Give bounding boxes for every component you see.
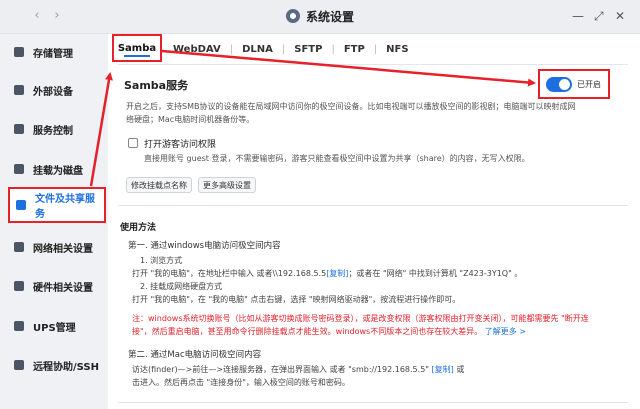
sidebar-item-label: 网络相关设置 bbox=[33, 243, 93, 255]
settings-app-icon bbox=[285, 9, 300, 23]
mac-access-text: 访达(finder)—>前往—>连接服务器，在弹出界面输入 或者 "smb://… bbox=[132, 364, 464, 375]
samba-toggle-label: 已开启 bbox=[577, 79, 601, 89]
tab-label: Samba bbox=[117, 42, 157, 54]
tab-sftp[interactable]: SFTP bbox=[285, 44, 331, 55]
guest-access-label: 打开游客访问权限 bbox=[144, 140, 217, 150]
windows-note-line: 注：windows系统切换账号（比如从游客切换成账号密码登录），或是改变权限（游… bbox=[132, 314, 589, 323]
sidebar-item-label: 挂载为磁盘 bbox=[33, 165, 83, 177]
mac-text-pre: 访达(finder)—>前往—>连接服务器，在弹出界面输入 或者 "smb://… bbox=[132, 365, 429, 374]
sidebar-item-storage[interactable]: 存储管理 bbox=[0, 34, 108, 70]
browse-text-post: ；或者在 "网络" 中找到计算机 "Z423-3Y1Q" 。 bbox=[348, 269, 523, 278]
map-drive-label: 2. 挂载成网络硬盘方式 bbox=[140, 282, 223, 291]
mac-access-title: 第二. 通过Mac电脑访问极空间内容 bbox=[128, 350, 262, 360]
guest-access-description: 直接用账号 guest 登录，不需要输密码，游客只能查看极空间中设置为共享（sh… bbox=[144, 154, 530, 163]
main-content: Samba WebDAV | DLNA | SFTP | FTP | NFS S… bbox=[108, 34, 640, 409]
section-divider bbox=[118, 402, 628, 403]
maximize-icon[interactable]: ⤢ bbox=[594, 10, 604, 22]
samba-description: 开启之后，支持SMB协议的设备能在局域网中访问你的极空间设备。比如电视端可以播放… bbox=[126, 100, 626, 126]
remote-icon bbox=[14, 360, 24, 370]
browse-method-label: 1. 浏览方式 bbox=[140, 256, 183, 265]
sidebar-item-file-share[interactable]: 文件及共享服务 bbox=[8, 187, 106, 223]
sidebar-item-network[interactable]: 网络相关设置 bbox=[0, 229, 108, 265]
samba-service-title: Samba服务 bbox=[124, 79, 189, 92]
copy-link[interactable]: [复制] bbox=[326, 269, 348, 278]
sidebar-item-label: 服务控制 bbox=[33, 125, 73, 137]
sidebar-item-label: 硬件相关设置 bbox=[33, 282, 93, 294]
sidebar-item-ups[interactable]: UPS管理 bbox=[0, 308, 108, 344]
network-icon bbox=[14, 242, 24, 252]
windows-note-text: 接"，然后重启电脑，甚至用命令行删除挂载点才能生效。windows不同版本之间也… bbox=[132, 327, 483, 336]
settings-window: ‹ › 系统设置 — ⤢ ✕ 存储管理 外部设备 服务控制 挂载为磁盘 文件及共… bbox=[0, 0, 640, 409]
storage-icon bbox=[14, 47, 24, 57]
browse-text-pre: 打开 "我的电脑"，在地址栏中输入 或者\\192.168.5.5 bbox=[132, 269, 327, 278]
sidebar-item-label: 外部设备 bbox=[33, 86, 73, 98]
sidebar-item-mount-disk[interactable]: 挂载为磁盘 bbox=[0, 151, 108, 187]
hardware-icon bbox=[14, 281, 24, 291]
windows-access-title: 第一. 通过windows电脑访问极空间内容 bbox=[128, 241, 281, 251]
sidebar-item-label: 远程协助/SSH bbox=[33, 361, 99, 373]
tab-samba[interactable]: Samba bbox=[112, 34, 162, 62]
samba-description-line: 络硬盘；Mac电脑时间机器备份等。 bbox=[126, 115, 255, 124]
tab-webdav[interactable]: WebDAV bbox=[164, 44, 230, 55]
mac-text-post: 或 bbox=[456, 365, 465, 374]
advanced-settings-button[interactable]: 更多高级设置 bbox=[198, 177, 256, 193]
title-bar: ‹ › 系统设置 — ⤢ ✕ bbox=[0, 0, 640, 34]
samba-description-line: 开启之后，支持SMB协议的设备能在局域网中访问你的极空间设备。比如电视端可以播放… bbox=[126, 102, 576, 111]
minimize-icon[interactable]: — bbox=[572, 10, 584, 22]
tab-bar: WebDAV | DLNA | SFTP | FTP | NFS bbox=[164, 38, 418, 60]
tab-divider bbox=[118, 64, 628, 65]
rename-mount-button[interactable]: 修改挂载点名称 bbox=[126, 177, 192, 193]
window-title: 系统设置 bbox=[305, 10, 354, 24]
map-drive-text: 打开 "我的电脑"，在 "我的电脑" 点击右键，选择 "映射网络驱动器"，按流程… bbox=[132, 295, 461, 304]
mac-copy-link[interactable]: [复制] bbox=[432, 365, 454, 374]
ups-icon bbox=[14, 321, 24, 331]
sidebar-item-external-device[interactable]: 外部设备 bbox=[0, 72, 108, 108]
sidebar-item-hardware[interactable]: 硬件相关设置 bbox=[0, 268, 108, 304]
samba-toggle-container[interactable]: 已开启 bbox=[538, 69, 610, 99]
section-divider bbox=[118, 205, 628, 206]
usage-title: 使用方法 bbox=[120, 223, 157, 233]
sidebar-item-service[interactable]: 服务控制 bbox=[0, 111, 108, 147]
external-device-icon bbox=[14, 85, 24, 95]
sidebar-item-label: UPS管理 bbox=[33, 322, 76, 334]
windows-note-line2: 接"，然后重启电脑，甚至用命令行删除挂载点才能生效。windows不同版本之间也… bbox=[132, 326, 526, 337]
tab-nfs[interactable]: NFS bbox=[377, 44, 417, 55]
service-icon bbox=[14, 124, 24, 134]
sidebar: 存储管理 外部设备 服务控制 挂载为磁盘 文件及共享服务 网络相关设置 硬件相关… bbox=[0, 34, 108, 409]
close-icon[interactable]: ✕ bbox=[615, 10, 625, 22]
tab-dlna[interactable]: DLNA bbox=[233, 44, 282, 55]
window-title-wrap: 系统设置 bbox=[0, 8, 640, 25]
sidebar-item-label: 存储管理 bbox=[33, 48, 73, 60]
tab-ftp[interactable]: FTP bbox=[335, 44, 374, 55]
guest-access-checkbox[interactable] bbox=[128, 138, 138, 148]
browse-method-text: 打开 "我的电脑"，在地址栏中输入 或者\\192.168.5.5[复制]；或者… bbox=[132, 268, 522, 279]
sidebar-item-remote[interactable]: 远程协助/SSH bbox=[0, 347, 108, 383]
mount-disk-icon bbox=[14, 164, 24, 174]
file-share-icon bbox=[16, 200, 26, 210]
sidebar-item-label: 文件及共享服务 bbox=[35, 194, 95, 220]
learn-more-link[interactable]: 了解更多 > bbox=[485, 327, 526, 336]
mac-access-text-line2: 击进入。然后再点击 "连接身份"，输入极空间的账号和密码。 bbox=[132, 378, 350, 387]
samba-toggle-switch[interactable] bbox=[546, 76, 572, 92]
